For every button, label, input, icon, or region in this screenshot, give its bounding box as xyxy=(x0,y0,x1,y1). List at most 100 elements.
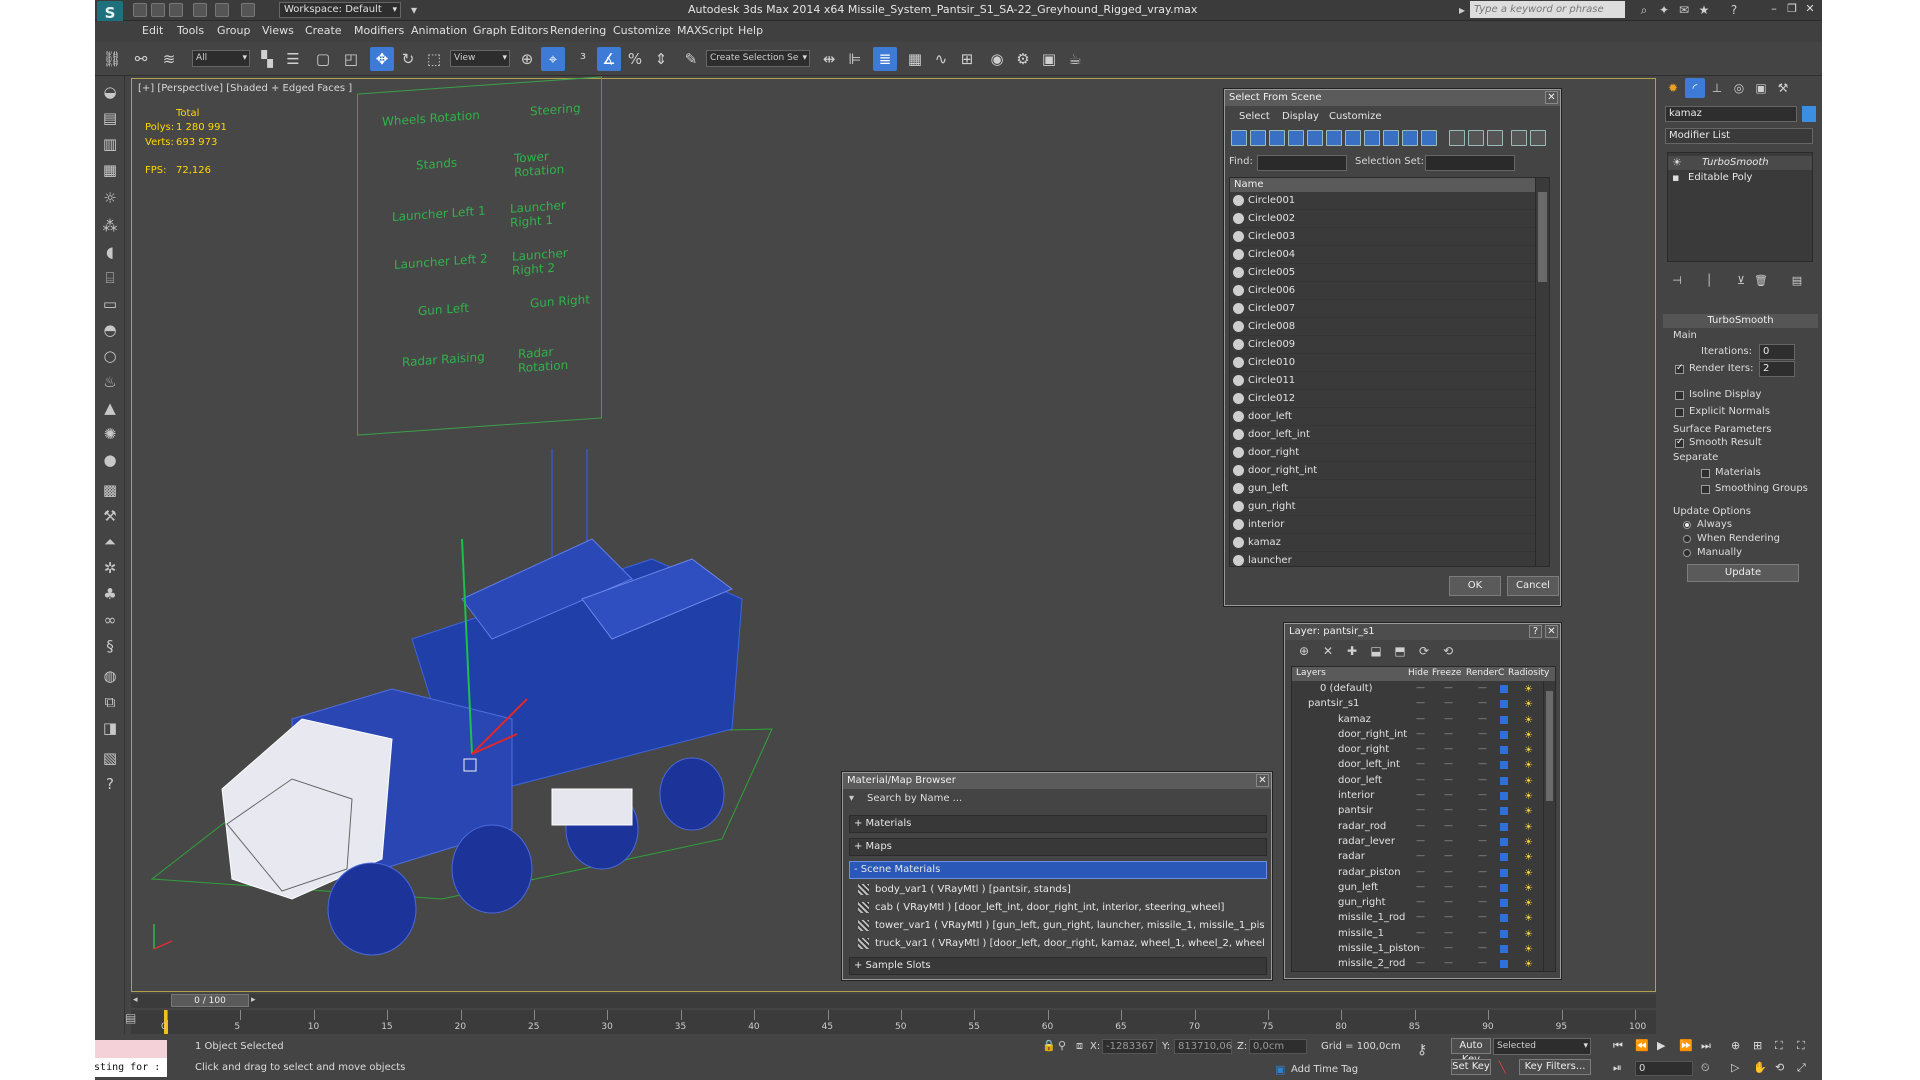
render-iters-checkbox[interactable] xyxy=(1675,363,1684,374)
go-to-start-icon[interactable]: ⏮ xyxy=(1613,1039,1623,1053)
y-coordinate-field[interactable]: 813710,06 xyxy=(1174,1039,1232,1054)
pivot-center-icon[interactable]: ⊕ xyxy=(515,47,539,71)
zoom-all-icon[interactable]: ⊞ xyxy=(1753,1039,1762,1052)
tab-customize[interactable]: Customize xyxy=(1329,111,1382,122)
toggle-cell[interactable]: — xyxy=(1478,941,1487,956)
col-color[interactable]: C xyxy=(1498,668,1504,678)
configure-sets-icon[interactable]: ▤ xyxy=(1787,272,1807,290)
filter-helpers-icon[interactable] xyxy=(1307,130,1323,146)
radiosity-icon[interactable]: ☀ xyxy=(1524,835,1533,850)
toggle-cell[interactable]: — xyxy=(1444,773,1453,788)
layer-color-swatch[interactable] xyxy=(1500,868,1508,877)
toggle-cell[interactable]: — xyxy=(1416,819,1425,834)
layer-color-swatch[interactable] xyxy=(1500,792,1508,801)
speaker-icon[interactable]: ◖ xyxy=(98,240,122,264)
time-tag-icon[interactable]: ▣ xyxy=(1275,1063,1285,1076)
layer-manager-icon[interactable]: ≣ xyxy=(873,47,897,71)
toggle-cell[interactable]: — xyxy=(1444,681,1453,696)
layer-color-swatch[interactable] xyxy=(1500,715,1508,724)
table-row[interactable]: gun_left — — — ☀ xyxy=(1292,880,1555,895)
snaps-toggle-icon[interactable]: ³ xyxy=(571,47,595,71)
col-layers[interactable]: Layers xyxy=(1296,668,1326,678)
stack-item-editable-poly[interactable]: ▪ Editable Poly xyxy=(1668,171,1812,185)
sphere-icon[interactable]: ○ xyxy=(98,344,122,368)
toggle-cell[interactable]: — xyxy=(1416,788,1425,803)
toggle-cell[interactable]: — xyxy=(1444,895,1453,910)
toggle-cell[interactable]: — xyxy=(1444,926,1453,941)
motion-tab-icon[interactable]: ◎ xyxy=(1729,78,1749,98)
project-folder-icon[interactable] xyxy=(241,3,255,17)
ball-icon[interactable]: ● xyxy=(98,448,122,472)
toggle-cell[interactable]: — xyxy=(1416,910,1425,925)
table-row[interactable]: pantsir_s1 — — — ☀ xyxy=(1292,696,1555,711)
filter-groups-icon[interactable] xyxy=(1345,130,1361,146)
layer-color-swatch[interactable] xyxy=(1500,761,1508,770)
toggle-cell[interactable]: — xyxy=(1416,880,1425,895)
list-item[interactable]: Circle005 xyxy=(1230,264,1549,282)
menu-group[interactable]: Group xyxy=(217,24,251,37)
radiosity-icon[interactable]: ☀ xyxy=(1524,820,1533,835)
toggle-cell[interactable]: — xyxy=(1416,895,1425,910)
select-from-scene-close-icon[interactable]: ✕ xyxy=(1545,91,1558,104)
field-of-view-icon[interactable]: ▷ xyxy=(1731,1061,1739,1074)
toggle-cell[interactable]: — xyxy=(1444,880,1453,895)
toggle-cell[interactable]: — xyxy=(1444,865,1453,880)
grid-object-icon[interactable]: ▩ xyxy=(98,478,122,502)
toggle-cell[interactable]: — xyxy=(1444,712,1453,727)
delete-layer-icon[interactable]: ✕ xyxy=(1319,641,1337,661)
z-coordinate-field[interactable]: 0,0cm xyxy=(1249,1039,1307,1054)
table-row[interactable]: missile_2_rod — — — ☀ xyxy=(1292,956,1555,971)
layer-color-swatch[interactable] xyxy=(1500,853,1508,862)
list-item[interactable]: launcher xyxy=(1230,552,1549,566)
select-by-name-icon[interactable]: ☰ xyxy=(281,47,305,71)
toggle-cell[interactable]: — xyxy=(1478,712,1487,727)
menu-edit[interactable]: Edit xyxy=(142,24,163,37)
pan-icon[interactable]: ✋ xyxy=(1753,1061,1767,1074)
table-row[interactable]: radar_lever — — — ☀ xyxy=(1292,834,1555,849)
toggle-cell[interactable]: — xyxy=(1478,696,1487,711)
list-item[interactable]: Circle002 xyxy=(1230,210,1549,228)
spring-icon[interactable]: § xyxy=(98,634,122,658)
radiosity-icon[interactable]: ☀ xyxy=(1524,850,1533,865)
list-item[interactable]: Circle001 xyxy=(1230,192,1549,210)
layer-scrollbar[interactable] xyxy=(1543,681,1555,971)
subscription-icon[interactable]: ✦ xyxy=(1657,3,1671,17)
table-row[interactable]: radar_piston — — — ☀ xyxy=(1292,865,1555,880)
highlight-layer-icon[interactable]: ⬒ xyxy=(1391,641,1409,661)
object-name-field[interactable]: kamaz xyxy=(1665,106,1797,122)
hierarchy-tab-icon[interactable]: ⊥ xyxy=(1707,78,1727,98)
stack-item-turbosmooth[interactable]: ☀ TurboSmooth xyxy=(1668,156,1812,170)
separate-materials-checkbox[interactable] xyxy=(1701,469,1710,478)
layer-manager-title[interactable]: Layer: pantsir_s1 xyxy=(1285,624,1560,640)
material-item[interactable]: truck_var1 ( VRayMtl ) [door_left, door_… xyxy=(855,935,1265,952)
layer-color-swatch[interactable] xyxy=(1500,730,1508,739)
link-icon[interactable]: ⛓ xyxy=(100,47,124,71)
filter-lights-icon[interactable] xyxy=(1269,130,1285,146)
toggle-cell[interactable]: — xyxy=(1416,941,1425,956)
select-invert-icon[interactable] xyxy=(1487,130,1503,146)
make-unique-icon[interactable]: ⊻ xyxy=(1731,272,1751,290)
time-slider[interactable]: ◂ 0 / 100 ▸ xyxy=(131,994,1656,1008)
layer-color-swatch[interactable] xyxy=(1500,945,1508,954)
hierarchy-icon[interactable] xyxy=(1530,130,1546,146)
box-icon[interactable]: ▭ xyxy=(98,292,122,316)
sun-icon[interactable]: ✺ xyxy=(98,422,122,446)
toggle-cell[interactable]: — xyxy=(1478,926,1487,941)
table-row[interactable]: door_right — — — ☀ xyxy=(1292,742,1555,757)
track-bar-icon[interactable]: ▤ xyxy=(125,1011,147,1031)
toggle-cell[interactable]: — xyxy=(1416,681,1425,696)
close-window-icon[interactable]: ✕ xyxy=(1803,2,1817,16)
display-tab-icon[interactable]: ▣ xyxy=(1751,78,1771,98)
material-item[interactable]: cab ( VRayMtl ) [door_left_int, door_rig… xyxy=(855,899,1265,916)
toggle-cell[interactable]: — xyxy=(1416,696,1425,711)
next-frame-icon[interactable]: ▸ xyxy=(251,995,265,1007)
toggle-cell[interactable]: — xyxy=(1416,865,1425,880)
play-icon[interactable]: ▶ xyxy=(1657,1039,1665,1052)
when-rendering-radio[interactable] xyxy=(1683,535,1691,543)
layer-color-swatch[interactable] xyxy=(1500,746,1508,755)
orbit-icon[interactable]: ⟲ xyxy=(1775,1061,1784,1074)
toggle-cell[interactable]: — xyxy=(1478,880,1487,895)
create-tab-icon[interactable]: ✹ xyxy=(1663,78,1683,98)
toggle-cell[interactable]: — xyxy=(1444,757,1453,772)
expand-icon[interactable]: ▧ xyxy=(98,746,122,770)
